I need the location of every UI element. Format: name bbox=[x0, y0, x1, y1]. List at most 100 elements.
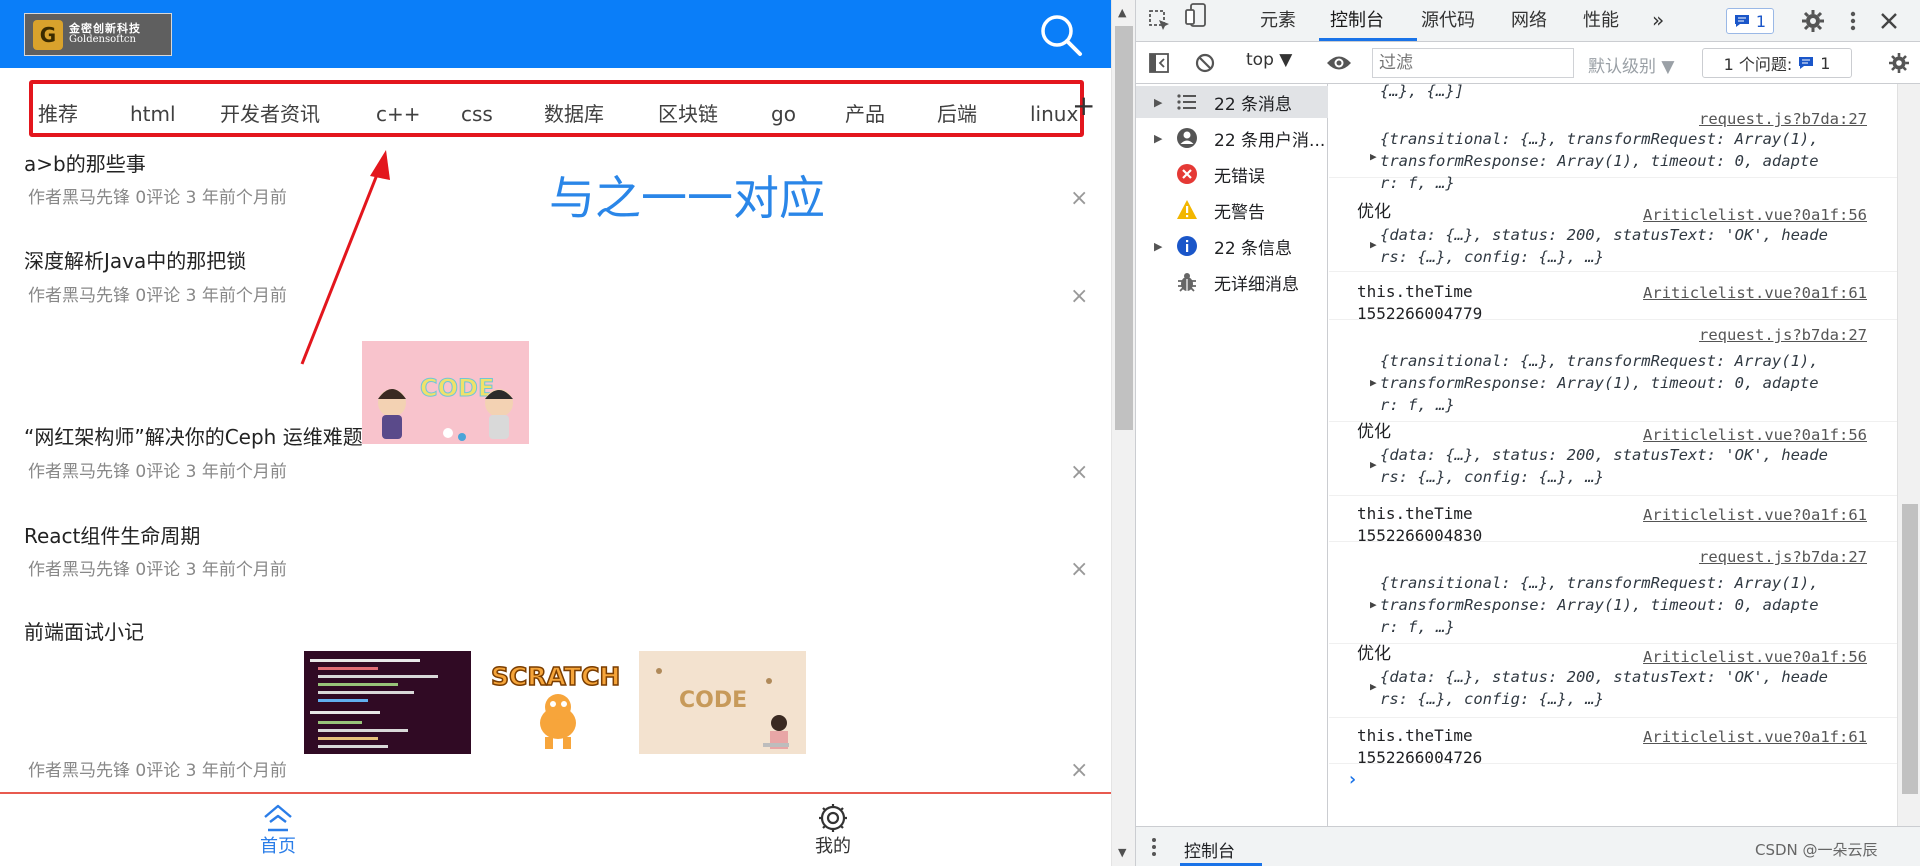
close-icon[interactable]: × bbox=[1070, 760, 1088, 782]
category-tab[interactable]: 开发者资讯 bbox=[220, 104, 320, 124]
article-thumbnail[interactable]: CODE bbox=[639, 651, 806, 754]
home-icon bbox=[264, 804, 292, 832]
issues-button[interactable]: 1 个问题: 1 bbox=[1702, 48, 1852, 78]
article-meta: 作者黑马先锋 0评论 3 年前个月前 bbox=[28, 188, 287, 208]
console-value: 1552266004830 bbox=[1357, 526, 1483, 545]
expand-arrow-icon[interactable]: ▶ bbox=[1370, 680, 1377, 693]
close-icon[interactable]: × bbox=[1070, 559, 1088, 581]
article-title[interactable]: 前端面试小记 bbox=[24, 622, 144, 642]
category-tab[interactable]: css bbox=[461, 104, 493, 124]
sidebar-item-verbose[interactable]: 无详细消息 bbox=[1136, 266, 1328, 298]
log-level-select[interactable]: 默认级别 ▼ bbox=[1588, 52, 1674, 77]
source-link[interactable]: Ariticlelist.vue?0a1f:61 bbox=[1643, 284, 1867, 302]
source-link[interactable]: request.js?b7da:27 bbox=[1699, 326, 1867, 344]
clear-console-icon[interactable] bbox=[1194, 52, 1216, 74]
source-link[interactable]: Ariticlelist.vue?0a1f:61 bbox=[1643, 506, 1867, 524]
tab-home[interactable]: 首页 bbox=[218, 802, 338, 856]
filter-input[interactable] bbox=[1372, 48, 1574, 78]
console-prompt-icon[interactable]: › bbox=[1347, 769, 1358, 790]
sidebar-toggle-icon[interactable] bbox=[1148, 52, 1170, 74]
close-devtools-icon[interactable] bbox=[1877, 9, 1901, 33]
console-settings-icon[interactable] bbox=[1888, 52, 1910, 74]
context-select[interactable]: top ▼ bbox=[1246, 50, 1292, 70]
app-scrollbar[interactable]: ▲ ▼ bbox=[1111, 0, 1135, 866]
more-tabs-button[interactable]: » bbox=[1652, 10, 1664, 30]
drawer-menu-icon[interactable] bbox=[1150, 837, 1158, 857]
settings-gear-icon[interactable] bbox=[1801, 9, 1825, 33]
console-sidebar: ▶ 22 条消息 ▶ 22 条用户消... 无错误 无警告 ▶ 22 条信息 无… bbox=[1136, 84, 1328, 826]
sidebar-item-warnings[interactable]: 无警告 bbox=[1136, 194, 1328, 226]
article-title[interactable]: “网红架构师”解决你的Ceph 运维难题 bbox=[24, 427, 363, 447]
category-tab[interactable]: c++ bbox=[376, 104, 421, 124]
console-object: {transitional: {…}, transformRequest: Ar… bbox=[1380, 130, 1819, 148]
messages-badge[interactable]: 1 bbox=[1726, 8, 1774, 34]
annotation-arrow bbox=[300, 150, 390, 365]
info-icon bbox=[1177, 236, 1197, 256]
tab-network[interactable]: 网络 bbox=[1511, 12, 1547, 30]
console-text: this.theTime bbox=[1357, 504, 1473, 523]
source-link[interactable]: request.js?b7da:27 bbox=[1699, 548, 1867, 566]
list-icon bbox=[1177, 94, 1196, 110]
article-thumbnail[interactable] bbox=[304, 651, 471, 754]
article-title[interactable]: 深度解析Java中的那把锁 bbox=[24, 251, 246, 271]
close-icon[interactable]: × bbox=[1070, 188, 1088, 210]
source-link[interactable]: request.js?b7da:27 bbox=[1699, 110, 1867, 128]
article-thumbnail[interactable]: SCRATCH bbox=[475, 651, 642, 754]
expand-arrow-icon[interactable]: ▶ bbox=[1154, 96, 1162, 109]
scroll-down-icon[interactable]: ▼ bbox=[1118, 846, 1126, 859]
expand-arrow-icon[interactable]: ▶ bbox=[1370, 458, 1377, 471]
console-scrollbar[interactable] bbox=[1897, 84, 1920, 826]
close-icon[interactable]: × bbox=[1070, 462, 1088, 484]
expand-arrow-icon[interactable]: ▶ bbox=[1370, 598, 1377, 611]
inspect-element-icon[interactable] bbox=[1148, 9, 1172, 33]
expand-arrow-icon[interactable]: ▶ bbox=[1154, 240, 1162, 253]
close-icon[interactable]: × bbox=[1070, 286, 1088, 308]
drawer-tab-console[interactable]: 控制台 bbox=[1184, 837, 1235, 862]
source-link[interactable]: Ariticlelist.vue?0a1f:56 bbox=[1643, 206, 1867, 224]
expand-arrow-icon[interactable]: ▶ bbox=[1370, 150, 1377, 163]
console-object: r: f, …} bbox=[1380, 174, 1455, 192]
tab-elements[interactable]: 元素 bbox=[1260, 12, 1296, 30]
article-meta: 作者黑马先锋 0评论 3 年前个月前 bbox=[28, 462, 287, 482]
category-tab[interactable]: 推荐 bbox=[38, 104, 78, 124]
scrollbar-thumb[interactable] bbox=[1902, 504, 1918, 794]
article-thumbnail[interactable]: CODE bbox=[362, 341, 529, 444]
tab-sources[interactable]: 源代码 bbox=[1421, 12, 1475, 30]
category-tab[interactable]: html bbox=[130, 104, 176, 124]
sidebar-item-errors[interactable]: 无错误 bbox=[1136, 158, 1328, 190]
tab-mine[interactable]: 我的 bbox=[773, 802, 893, 856]
source-link[interactable]: Ariticlelist.vue?0a1f:56 bbox=[1643, 426, 1867, 444]
brand-logo[interactable]: G 金密创新科技 Goldensoftcn bbox=[24, 13, 172, 56]
scrollbar-thumb[interactable] bbox=[1115, 26, 1133, 430]
sidebar-item-user-messages[interactable]: ▶ 22 条用户消... bbox=[1136, 122, 1328, 154]
category-tab[interactable]: go bbox=[771, 104, 796, 124]
console-message: request.js?b7da:27 ▶ {transitional: {…},… bbox=[1329, 548, 1897, 644]
category-tab[interactable]: 区块链 bbox=[658, 104, 718, 124]
add-category-button[interactable]: + bbox=[1072, 92, 1095, 120]
article-title[interactable]: a>b的那些事 bbox=[24, 154, 146, 174]
kebab-menu-icon[interactable] bbox=[1847, 9, 1859, 33]
console-text: 优化 bbox=[1357, 422, 1391, 442]
console-message: this.theTime Ariticlelist.vue?0a1f:61 15… bbox=[1329, 496, 1897, 545]
console-object: transformResponse: Array(1), timeout: 0,… bbox=[1380, 152, 1819, 170]
eye-icon[interactable] bbox=[1326, 52, 1352, 74]
sidebar-item-messages[interactable]: ▶ 22 条消息 bbox=[1136, 86, 1328, 118]
tab-console[interactable]: 控制台 bbox=[1330, 12, 1384, 30]
expand-arrow-icon[interactable]: ▶ bbox=[1154, 132, 1162, 145]
device-toolbar-icon[interactable] bbox=[1184, 0, 1208, 28]
sidebar-item-info[interactable]: ▶ 22 条信息 bbox=[1136, 230, 1328, 262]
search-icon[interactable] bbox=[1038, 12, 1084, 58]
category-tab[interactable]: 数据库 bbox=[544, 104, 604, 124]
article-meta: 作者黑马先锋 0评论 3 年前个月前 bbox=[28, 560, 287, 580]
article-meta: 作者黑马先锋 0评论 3 年前个月前 bbox=[28, 286, 287, 306]
article-title[interactable]: React组件生命周期 bbox=[24, 526, 200, 546]
source-link[interactable]: Ariticlelist.vue?0a1f:56 bbox=[1643, 648, 1867, 666]
category-tab[interactable]: 后端 bbox=[937, 104, 977, 124]
expand-arrow-icon[interactable]: ▶ bbox=[1370, 376, 1377, 389]
scroll-up-icon[interactable]: ▲ bbox=[1118, 6, 1126, 19]
expand-arrow-icon[interactable]: ▶ bbox=[1370, 238, 1377, 251]
tab-performance[interactable]: 性能 bbox=[1583, 12, 1619, 30]
source-link[interactable]: Ariticlelist.vue?0a1f:61 bbox=[1643, 728, 1867, 746]
category-tab[interactable]: 产品 bbox=[845, 104, 885, 124]
mobile-app-preview: G 金密创新科技 Goldensoftcn 推荐 html 开发者资讯 c++ … bbox=[0, 0, 1111, 866]
